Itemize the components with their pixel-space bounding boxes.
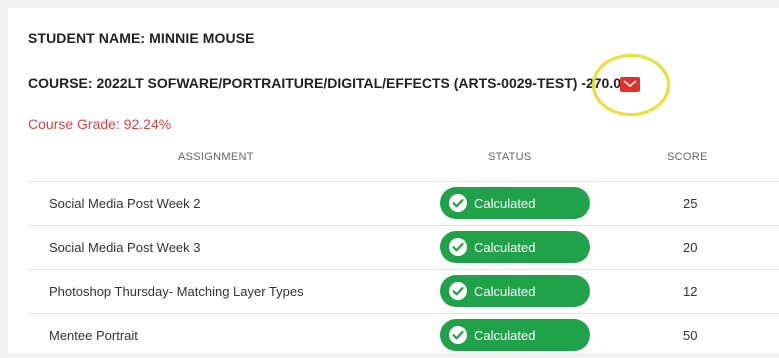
score-value: 50: [683, 328, 698, 343]
grade-card: STUDENT NAME: MINNIE MOUSE COURSE: 2022L…: [8, 8, 779, 353]
check-badge-icon: [448, 281, 468, 301]
status-label: Calculated: [474, 239, 536, 255]
table-row: Photoshop Thursday- Matching Layer Types…: [28, 269, 779, 314]
course-grade: Course Grade: 92.24%: [28, 116, 172, 132]
assignment-name: Social Media Post Week 3: [49, 240, 201, 255]
score-value: 20: [683, 240, 698, 255]
header-status: STATUS: [488, 151, 532, 163]
score-value: 25: [683, 196, 698, 211]
check-badge-icon: [448, 193, 468, 213]
table-row: Mentee Portrait Calculated 50: [28, 313, 779, 358]
status-label: Calculated: [474, 283, 536, 299]
check-badge-icon: [448, 325, 468, 345]
assignment-name: Mentee Portrait: [49, 328, 138, 343]
table-row: Social Media Post Week 3 Calculated 20: [28, 225, 779, 270]
header-assignment: ASSIGNMENT: [178, 151, 254, 163]
header-score: SCORE: [667, 151, 708, 163]
table-row: Social Media Post Week 2 Calculated 25: [28, 181, 779, 226]
status-badge[interactable]: Calculated: [440, 231, 590, 263]
status-label: Calculated: [474, 195, 536, 211]
assignment-name: Social Media Post Week 2: [49, 196, 201, 211]
status-badge[interactable]: Calculated: [440, 319, 590, 351]
student-name: STUDENT NAME: MINNIE MOUSE: [28, 30, 255, 46]
status-badge[interactable]: Calculated: [440, 187, 590, 219]
status-badge[interactable]: Calculated: [440, 275, 590, 307]
highlight-circle: [592, 54, 670, 116]
assignment-name: Photoshop Thursday- Matching Layer Types: [49, 284, 304, 299]
status-label: Calculated: [474, 327, 536, 343]
check-badge-icon: [448, 237, 468, 257]
score-value: 12: [683, 284, 698, 299]
course-title: COURSE: 2022LT SOFWARE/PORTRAITURE/DIGIT…: [28, 75, 629, 91]
